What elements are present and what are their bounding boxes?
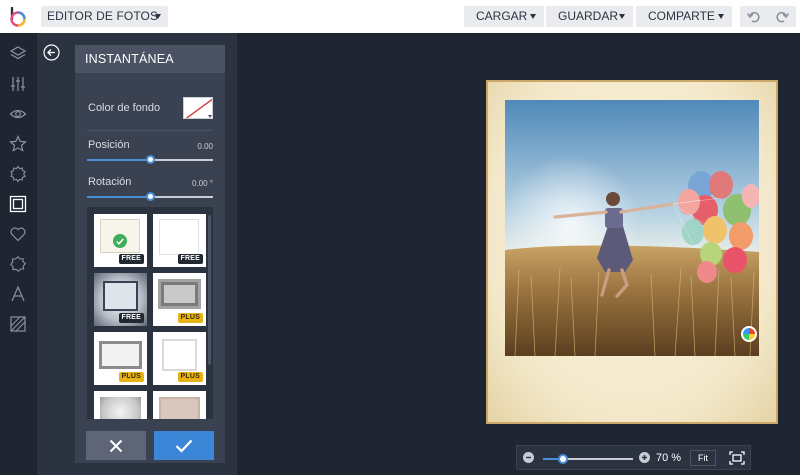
zoom-slider[interactable] xyxy=(543,454,633,464)
panel-title: INSTANTÁNEA xyxy=(75,45,225,73)
girl-with-balloons-photo xyxy=(505,100,759,356)
frame-thumbnail[interactable]: PLUS xyxy=(94,332,147,385)
edited-photo[interactable] xyxy=(505,100,759,356)
tool-panel-column: INSTANTÁNEA Color de fondo Posición 0.00… xyxy=(37,33,237,475)
rotation-value: 0.00 ° xyxy=(192,179,213,188)
rotation-slider-thumb[interactable] xyxy=(145,192,155,201)
cargar-button[interactable]: CARGAR xyxy=(464,6,544,27)
zoom-slider-thumb[interactable] xyxy=(557,454,568,464)
position-slider[interactable] xyxy=(87,155,213,164)
frame-thumbnail[interactable]: FREE xyxy=(153,214,206,267)
eye-icon[interactable] xyxy=(8,104,28,124)
star-icon[interactable] xyxy=(8,134,28,154)
frame-badge: PLUS xyxy=(118,372,144,382)
caret-down-icon xyxy=(718,14,724,19)
rotation-label: Rotación xyxy=(88,176,132,188)
editing-canvas: 70 % Fit xyxy=(237,33,800,475)
zoom-in-icon[interactable] xyxy=(639,452,650,463)
top-bar: EDITOR DE FOTOS CARGAR GUARDAR COMPARTE xyxy=(0,0,800,33)
picmonkey-logo-icon[interactable] xyxy=(8,7,28,27)
zoom-value: 70 % xyxy=(656,452,682,464)
caret-down-icon xyxy=(530,14,536,19)
frame-thumbnail[interactable] xyxy=(94,391,147,419)
frame-thumbnail[interactable]: FREE xyxy=(94,273,147,326)
comparte-button[interactable]: COMPARTE xyxy=(636,6,732,27)
rotation-slider-fill xyxy=(87,196,150,198)
frame-gallery: FREE FREE FREE PLUS PLUS PLUS xyxy=(87,207,213,419)
editor-menu-label: EDITOR DE FOTOS xyxy=(47,9,159,23)
frame-badge: PLUS xyxy=(177,372,203,382)
frame-thumbnail[interactable]: FREE xyxy=(94,214,147,267)
back-arrow-icon[interactable] xyxy=(43,44,60,61)
selected-check-icon xyxy=(113,234,127,248)
frame-badge: FREE xyxy=(118,254,144,264)
undo-icon[interactable] xyxy=(740,6,768,27)
tool-rail xyxy=(0,33,37,475)
badge-icon[interactable] xyxy=(8,164,28,184)
gallery-scrollbar[interactable] xyxy=(208,215,211,365)
frame-badge: FREE xyxy=(118,313,144,323)
caret-down-icon xyxy=(619,14,625,19)
comparte-label: COMPARTE xyxy=(648,9,715,23)
guardar-button[interactable]: GUARDAR xyxy=(546,6,633,27)
frame-badge: FREE xyxy=(177,254,203,264)
divider xyxy=(87,130,213,131)
color-label: Color de fondo xyxy=(88,102,161,114)
adjust-icon[interactable] xyxy=(8,74,28,94)
zoom-bar: 70 % Fit xyxy=(516,445,751,470)
polaroid-frame[interactable] xyxy=(486,80,778,424)
apply-button[interactable] xyxy=(154,431,214,460)
caret-down-icon xyxy=(155,14,161,19)
cargar-label: CARGAR xyxy=(476,9,528,23)
instantanea-panel: INSTANTÁNEA Color de fondo Posición 0.00… xyxy=(75,45,225,463)
heart-icon[interactable] xyxy=(8,224,28,244)
fit-button[interactable]: Fit xyxy=(690,450,716,466)
frame-badge: PLUS xyxy=(177,313,203,323)
background-color-picker[interactable] xyxy=(183,97,213,119)
layers-icon[interactable] xyxy=(8,44,28,64)
guardar-label: GUARDAR xyxy=(558,9,619,23)
checkmark-icon xyxy=(175,439,193,453)
position-slider-thumb[interactable] xyxy=(145,155,155,164)
close-icon xyxy=(109,439,123,452)
text-icon[interactable] xyxy=(8,284,28,304)
rotation-slider[interactable] xyxy=(87,192,213,201)
editor-menu-button[interactable]: EDITOR DE FOTOS xyxy=(41,6,168,27)
redo-icon[interactable] xyxy=(768,6,796,27)
frame-icon[interactable] xyxy=(8,194,28,214)
texture-icon[interactable] xyxy=(8,254,28,274)
zoom-out-icon[interactable] xyxy=(523,452,534,463)
position-slider-fill xyxy=(87,159,150,161)
position-label: Posición xyxy=(88,139,130,151)
pattern-icon[interactable] xyxy=(8,314,28,334)
frame-thumbnail[interactable] xyxy=(153,391,206,419)
frame-thumbnail[interactable]: PLUS xyxy=(153,273,206,326)
cancel-button[interactable] xyxy=(86,431,146,460)
fullscreen-icon[interactable] xyxy=(725,446,749,470)
position-value: 0.00 xyxy=(197,142,213,151)
color-wheel-icon[interactable] xyxy=(741,326,757,342)
frame-thumbnail[interactable]: PLUS xyxy=(153,332,206,385)
no-color-icon xyxy=(185,98,212,118)
history-controls xyxy=(740,6,796,27)
